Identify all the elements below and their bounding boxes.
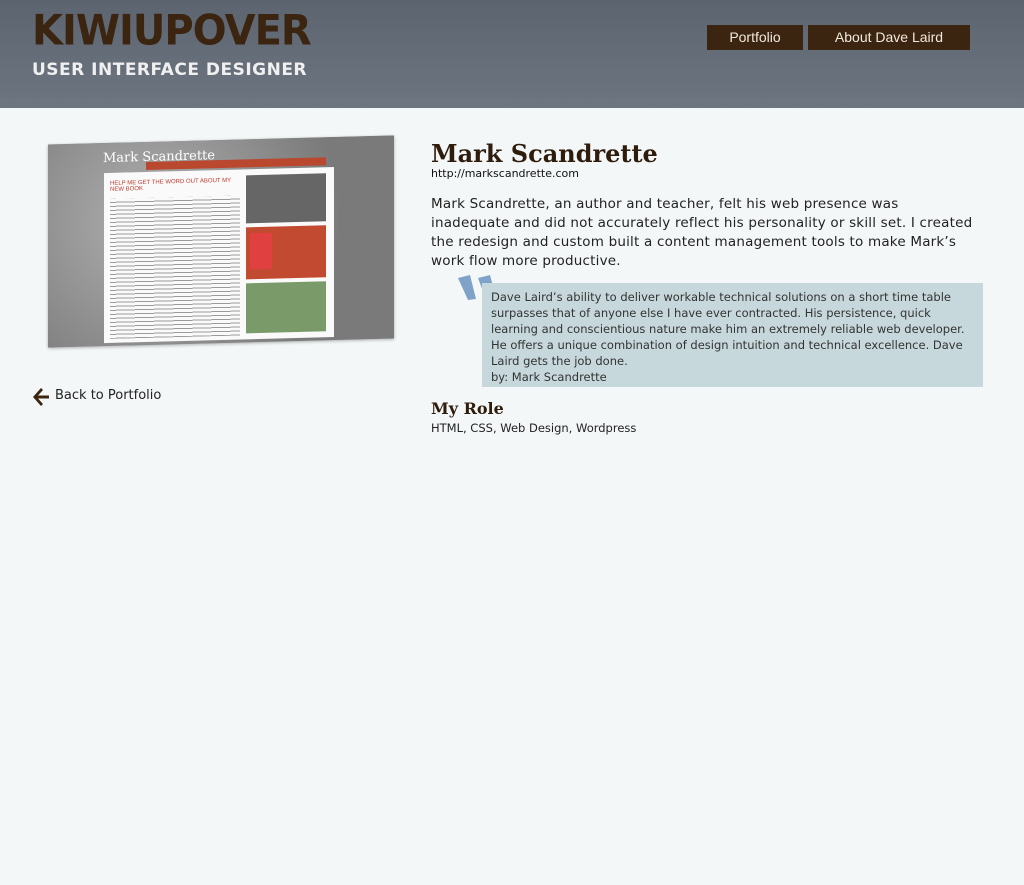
testimonial-text: Dave Laird’s ability to deliver workable… (491, 290, 965, 368)
screenshot-page: HELP ME GET THE WORD OUT ABOUT MY NEW BO… (104, 167, 334, 344)
logo-subtitle: USER INTERFACE DESIGNER (32, 60, 308, 80)
back-link-label: Back to Portfolio (55, 388, 162, 403)
testimonial-byline: by: Mark Scandrette (491, 370, 607, 384)
nav-portfolio-button[interactable]: Portfolio (707, 25, 803, 50)
screenshot-green-panel (246, 281, 326, 334)
arrow-left-icon (33, 388, 49, 406)
site-header: KIWIUPOVER USER INTERFACE DESIGNER Portf… (0, 0, 1024, 108)
project-screenshot[interactable]: Mark Scandrette HELP ME GET THE WORD OUT… (48, 135, 394, 348)
nav-about-button[interactable]: About Dave Laird (808, 25, 970, 50)
screenshot-headline: HELP ME GET THE WORD OUT ABOUT MY NEW BO… (110, 177, 232, 193)
screenshot-photo (246, 173, 326, 224)
screenshot-text-lines (110, 195, 240, 339)
testimonial-box: Dave Laird’s ability to deliver workable… (482, 283, 983, 387)
header-zigzag-edge (0, 98, 1024, 108)
role-heading: My Role (431, 399, 504, 418)
project-url[interactable]: http://markscandrette.com (431, 167, 579, 180)
project-title: Mark Scandrette (431, 139, 658, 168)
logo-title[interactable]: KIWIUPOVER (32, 7, 312, 55)
project-description: Mark Scandrette, an author and teacher, … (431, 196, 973, 269)
role-items: HTML, CSS, Web Design, Wordpress (431, 421, 637, 435)
screenshot-book-icon (250, 232, 272, 270)
